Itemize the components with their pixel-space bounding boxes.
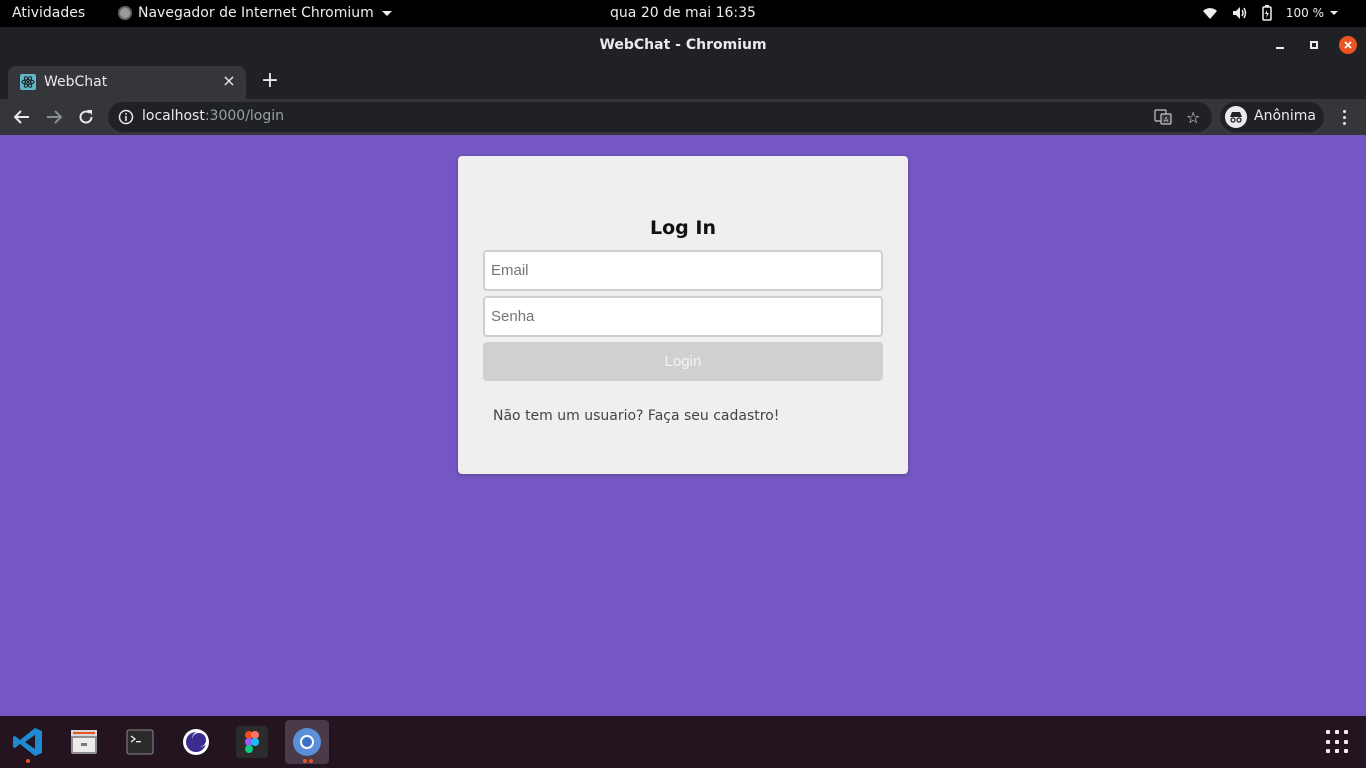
minimize-icon (1276, 47, 1284, 49)
page-content: Log In Login Não tem um usuario? Faça se… (0, 135, 1366, 716)
tab-title: WebChat (44, 74, 108, 90)
running-indicator (309, 759, 313, 763)
reload-button[interactable] (74, 105, 98, 129)
running-indicator (303, 759, 307, 763)
kebab-dot (1342, 121, 1346, 125)
browser-toolbar: localhost:3000/login A ☆ Anônima (0, 99, 1366, 135)
system-top-bar: Atividades Navegador de Internet Chromiu… (0, 0, 1366, 27)
vscode-icon (13, 728, 42, 756)
grid-dot (1335, 739, 1339, 744)
dock-terminal[interactable] (118, 720, 162, 764)
back-button[interactable] (10, 105, 34, 129)
translate-icon[interactable]: A (1154, 108, 1172, 126)
tab-strip: WebChat × + (0, 64, 1366, 99)
grid-dot (1326, 749, 1330, 754)
kebab-dot (1342, 115, 1346, 119)
login-button[interactable]: Login (483, 342, 883, 381)
tab-close-button[interactable]: × (220, 72, 238, 90)
arrow-left-icon (14, 110, 29, 124)
url-text[interactable]: localhost:3000/login (142, 108, 284, 124)
grid-dot (1344, 739, 1348, 744)
files-icon (71, 730, 97, 754)
info-icon[interactable] (118, 109, 134, 125)
grid-dot (1335, 730, 1339, 734)
new-tab-button[interactable]: + (259, 70, 281, 92)
address-bar[interactable]: localhost:3000/login A ☆ (108, 102, 1212, 132)
battery-percent: 100 % (1285, 6, 1324, 20)
grid-dot (1335, 749, 1339, 754)
running-indicator (26, 759, 30, 763)
dock-figma[interactable] (230, 720, 274, 764)
maximize-icon (1310, 41, 1318, 49)
arrow-right-icon (47, 110, 62, 124)
figma-icon (236, 726, 268, 758)
chromium-icon (293, 728, 321, 756)
dock-eclipse[interactable] (174, 720, 218, 764)
grid-dot (1344, 730, 1348, 734)
dock-chromium[interactable] (285, 720, 329, 764)
profile-label: Anônima (1254, 108, 1316, 124)
wifi-icon (1202, 8, 1217, 19)
url-host: localhost (142, 108, 205, 124)
eclipse-icon (183, 729, 209, 755)
login-heading: Log In (650, 217, 716, 239)
svg-text:A: A (1164, 116, 1169, 124)
dock (0, 716, 1366, 768)
close-window-button[interactable] (1339, 36, 1357, 54)
kebab-dot (1342, 109, 1346, 113)
email-input[interactable] (483, 250, 883, 291)
terminal-icon (126, 729, 154, 755)
window-title: WebChat - Chromium (599, 37, 767, 53)
bookmark-star-icon[interactable]: ☆ (1186, 108, 1200, 127)
chevron-down-icon (1330, 11, 1338, 15)
signup-link[interactable]: Não tem um usuario? Faça seu cadastro! (493, 408, 779, 424)
profile-button[interactable]: Anônima (1220, 102, 1324, 132)
dock-files[interactable] (62, 720, 106, 764)
url-path: :3000/login (204, 108, 285, 124)
incognito-icon (1225, 106, 1247, 128)
grid-dot (1344, 749, 1348, 754)
volume-icon (1232, 7, 1247, 19)
window-title-bar[interactable]: WebChat - Chromium (0, 27, 1366, 64)
grid-dot (1326, 730, 1330, 734)
tab-webchat[interactable]: WebChat × (8, 66, 246, 99)
maximize-button[interactable] (1305, 36, 1323, 54)
system-tray[interactable]: 100 % (1202, 5, 1338, 21)
browser-menu-button[interactable] (1336, 105, 1352, 129)
close-icon (1344, 41, 1352, 49)
grid-dot (1326, 739, 1330, 744)
password-input[interactable] (483, 296, 883, 337)
minimize-button[interactable] (1271, 36, 1289, 54)
show-applications-icon[interactable] (1326, 730, 1350, 754)
forward-button[interactable] (42, 105, 66, 129)
battery-icon (1262, 5, 1272, 21)
login-card: Log In Login Não tem um usuario? Faça se… (458, 156, 908, 474)
react-favicon-icon (20, 74, 36, 90)
clock[interactable]: qua 20 de mai 16:35 (0, 5, 1366, 21)
reload-icon (79, 110, 93, 124)
dock-vscode[interactable] (6, 720, 50, 764)
